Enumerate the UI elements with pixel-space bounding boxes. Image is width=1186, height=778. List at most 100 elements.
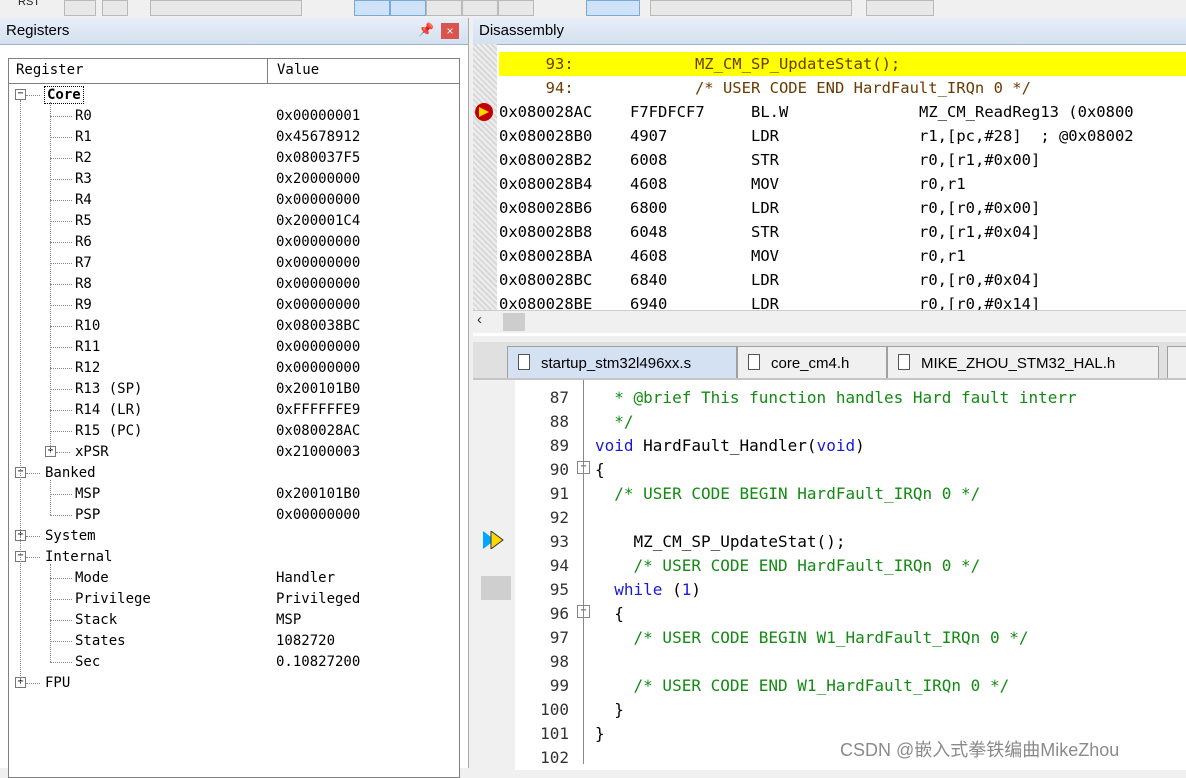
toolbar-button[interactable] bbox=[64, 0, 96, 16]
register-group-row[interactable]: − Internal bbox=[9, 547, 459, 568]
register-value[interactable]: 0x00000000 bbox=[276, 192, 360, 208]
register-value[interactable]: 0x00000000 bbox=[276, 507, 360, 523]
register-value[interactable]: 0x45678912 bbox=[276, 129, 360, 145]
code-line[interactable]: 92 bbox=[473, 504, 1186, 528]
register-row[interactable]: States 1082720 bbox=[9, 631, 459, 652]
pin-icon[interactable]: 📌 bbox=[418, 22, 434, 38]
register-value[interactable]: 0x200001C4 bbox=[276, 213, 360, 229]
register-row[interactable]: MSP 0x200101B0 bbox=[9, 484, 459, 505]
register-row[interactable]: R12 0x00000000 bbox=[9, 358, 459, 379]
register-row[interactable]: R15 (PC) 0x080028AC bbox=[9, 421, 459, 442]
register-value[interactable]: 1082720 bbox=[276, 633, 335, 649]
register-row[interactable]: Mode Handler bbox=[9, 568, 459, 589]
instruction-line[interactable]: 0x080028B2 6008 STR r0,[r1,#0x00] bbox=[499, 148, 1186, 172]
source-line[interactable]: 94: /* USER CODE END HardFault_IRQn 0 */ bbox=[499, 76, 1186, 100]
toolbar-button[interactable] bbox=[498, 0, 534, 16]
register-value[interactable]: 0x20000000 bbox=[276, 171, 360, 187]
register-row[interactable]: R0 0x00000001 bbox=[9, 106, 459, 127]
register-value[interactable]: 0x200101B0 bbox=[276, 381, 360, 397]
code-line[interactable]: 94 /* USER CODE END HardFault_IRQn 0 */ bbox=[473, 552, 1186, 576]
toolbar-button[interactable] bbox=[462, 0, 498, 16]
horizontal-scrollbar[interactable]: ‹ bbox=[473, 310, 1186, 333]
register-value[interactable]: 0x080038BC bbox=[276, 318, 360, 334]
register-row[interactable]: R7 0x00000000 bbox=[9, 253, 459, 274]
register-row[interactable]: R14 (LR) 0xFFFFFFE9 bbox=[9, 400, 459, 421]
code-line[interactable]: 89 void HardFault_Handler(void) bbox=[473, 432, 1186, 456]
code-line[interactable]: 100 } bbox=[473, 696, 1186, 720]
register-group-row[interactable]: − Banked bbox=[9, 463, 459, 484]
toolbar-button[interactable] bbox=[586, 0, 640, 16]
register-row[interactable]: R2 0x080037F5 bbox=[9, 148, 459, 169]
register-row[interactable]: R4 0x00000000 bbox=[9, 190, 459, 211]
register-row[interactable]: Sec 0.10827200 bbox=[9, 652, 459, 673]
register-group-row[interactable]: − Core bbox=[9, 85, 459, 106]
column-divider[interactable] bbox=[267, 59, 268, 83]
toolbar-button[interactable] bbox=[150, 0, 302, 16]
register-row[interactable]: PSP 0x00000000 bbox=[9, 505, 459, 526]
register-value[interactable]: 0.10827200 bbox=[276, 654, 360, 670]
file-tab[interactable]: startup_stm32l496xx.s bbox=[507, 346, 737, 379]
register-value[interactable]: 0x00000000 bbox=[276, 339, 360, 355]
register-row[interactable]: R6 0x00000000 bbox=[9, 232, 459, 253]
register-value[interactable]: 0x21000003 bbox=[276, 444, 360, 460]
register-row[interactable]: R5 0x200001C4 bbox=[9, 211, 459, 232]
column-header-value[interactable]: Value bbox=[277, 62, 319, 78]
register-value[interactable]: 0x00000000 bbox=[276, 234, 360, 250]
toolbar-button[interactable] bbox=[650, 0, 852, 16]
toolbar-button[interactable] bbox=[102, 0, 128, 16]
register-value[interactable]: 0x00000001 bbox=[276, 108, 360, 124]
source-line[interactable]: 93: MZ_CM_SP_UpdateStat(); bbox=[499, 52, 1186, 76]
code-line[interactable]: 88 */ bbox=[473, 408, 1186, 432]
toolbar-button[interactable] bbox=[866, 0, 934, 16]
register-row[interactable]: R3 0x20000000 bbox=[9, 169, 459, 190]
reset-button[interactable]: RST bbox=[18, 0, 40, 8]
register-group-row[interactable]: + System bbox=[9, 526, 459, 547]
code-line[interactable]: 95 while (1) bbox=[473, 576, 1186, 600]
code-editor[interactable]: 87 * @brief This function handles Hard f… bbox=[473, 378, 1186, 770]
register-value[interactable]: 0x080037F5 bbox=[276, 150, 360, 166]
toolbar-button[interactable] bbox=[426, 0, 462, 16]
disassembly-gutter[interactable] bbox=[473, 44, 497, 310]
toolbar-button[interactable] bbox=[354, 0, 390, 16]
register-group-row[interactable]: + FPU bbox=[9, 673, 459, 694]
column-header-register[interactable]: Register bbox=[16, 62, 83, 78]
instruction-line[interactable]: 0x080028B8 6048 STR r0,[r1,#0x04] bbox=[499, 220, 1186, 244]
code-line[interactable]: 98 bbox=[473, 648, 1186, 672]
scroll-left-icon[interactable]: ‹ bbox=[477, 311, 482, 328]
register-value[interactable]: MSP bbox=[276, 612, 301, 628]
close-icon[interactable]: × bbox=[441, 23, 459, 39]
instruction-line[interactable]: 0x080028BC 6840 LDR r0,[r0,#0x04] bbox=[499, 268, 1186, 292]
register-row[interactable]: + xPSR 0x21000003 bbox=[9, 442, 459, 463]
file-tab[interactable]: core_cm4.h bbox=[737, 346, 887, 379]
register-value[interactable]: 0x00000000 bbox=[276, 276, 360, 292]
register-row[interactable]: Stack MSP bbox=[9, 610, 459, 631]
instruction-line[interactable]: 0x080028BA 4608 MOV r0,r1 bbox=[499, 244, 1186, 268]
register-row[interactable]: Privilege Privileged bbox=[9, 589, 459, 610]
code-line[interactable]: 87 * @brief This function handles Hard f… bbox=[473, 384, 1186, 408]
register-value[interactable]: 0xFFFFFFE9 bbox=[276, 402, 360, 418]
register-value[interactable]: Privileged bbox=[276, 591, 360, 607]
register-value[interactable]: Handler bbox=[276, 570, 335, 586]
register-row[interactable]: R8 0x00000000 bbox=[9, 274, 459, 295]
toolbar-button[interactable] bbox=[390, 0, 426, 16]
register-row[interactable]: R11 0x00000000 bbox=[9, 337, 459, 358]
register-value[interactable]: 0x00000000 bbox=[276, 255, 360, 271]
collapse-icon[interactable]: − bbox=[15, 89, 26, 100]
instruction-line[interactable]: 0x080028B6 6800 LDR r0,[r0,#0x00] bbox=[499, 196, 1186, 220]
register-row[interactable]: R9 0x00000000 bbox=[9, 295, 459, 316]
register-row[interactable]: R1 0x45678912 bbox=[9, 127, 459, 148]
register-row[interactable]: R10 0x080038BC bbox=[9, 316, 459, 337]
register-row[interactable]: R13 (SP) 0x200101B0 bbox=[9, 379, 459, 400]
register-value[interactable]: 0x00000000 bbox=[276, 360, 360, 376]
register-value[interactable]: 0x080028AC bbox=[276, 423, 360, 439]
register-value[interactable]: 0x00000000 bbox=[276, 297, 360, 313]
code-line[interactable]: 93 MZ_CM_SP_UpdateStat(); bbox=[473, 528, 1186, 552]
scrollbar-thumb[interactable] bbox=[503, 313, 525, 331]
instruction-line[interactable]: 0x080028AC F7FDFCF7 BL.W MZ_CM_ReadReg13 (0… bbox=[499, 100, 1186, 124]
file-tab[interactable]: MIKE_ZHOU_STM32_HAL.h bbox=[887, 346, 1159, 379]
code-line[interactable]: 97 /* USER CODE BEGIN W1_HardFault_IRQn … bbox=[473, 624, 1186, 648]
instruction-line[interactable]: 0x080028B4 4608 MOV r0,r1 bbox=[499, 172, 1186, 196]
register-value[interactable]: 0x200101B0 bbox=[276, 486, 360, 502]
code-line[interactable]: 99 /* USER CODE END W1_HardFault_IRQn 0 … bbox=[473, 672, 1186, 696]
code-line[interactable]: 91 /* USER CODE BEGIN HardFault_IRQn 0 *… bbox=[473, 480, 1186, 504]
